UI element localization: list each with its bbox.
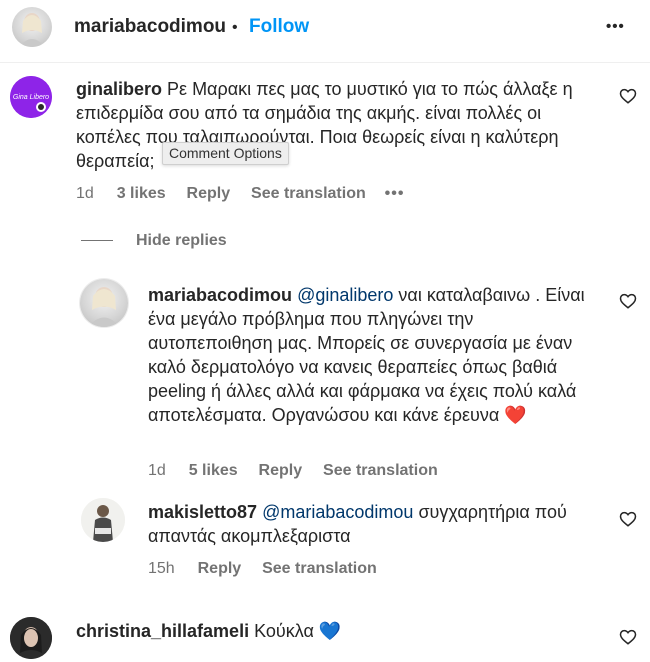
reply-meta: 1d 5 likes Reply See translation xyxy=(148,461,438,481)
header-separator: • xyxy=(232,19,238,36)
profile-photo xyxy=(88,287,120,327)
comment-time: 1d xyxy=(76,185,94,202)
svg-text:Gina Libero: Gina Libero xyxy=(13,94,49,101)
reply-time: 1d xyxy=(148,462,166,479)
see-translation-button[interactable]: See translation xyxy=(262,560,377,577)
reply-avatar[interactable] xyxy=(81,498,125,542)
see-translation-button[interactable]: See translation xyxy=(251,185,366,202)
reply-button[interactable]: Reply xyxy=(187,185,231,202)
reply-time: 15h xyxy=(148,560,175,577)
header-avatar[interactable] xyxy=(12,7,52,47)
comment-options-tooltip: Comment Options xyxy=(162,142,289,165)
commenter-avatar[interactable]: Gina Libero xyxy=(10,76,52,118)
reply-mention[interactable]: @ginalibero xyxy=(297,285,393,305)
reply-meta: 15h Reply See translation xyxy=(148,559,377,579)
like-heart-icon[interactable] xyxy=(619,628,637,646)
header-divider xyxy=(0,62,650,63)
comment-username[interactable]: christina_hillafameli xyxy=(76,621,249,641)
comment-body: christina_hillafameli Κούκλα 💙 xyxy=(76,619,596,643)
reply-button[interactable]: Reply xyxy=(198,560,242,577)
reply-text: ναι καταλαβαινω . Είναι ένα μεγάλο πρόβλ… xyxy=(148,285,585,425)
more-options-button[interactable]: ••• xyxy=(606,15,625,39)
reply-body: makisletto87 @mariabacodimou συγχαρητήρι… xyxy=(148,500,596,548)
comment-text: Κούκλα 💙 xyxy=(254,621,342,641)
comment-meta: 1d 3 likes Reply See translation ••• xyxy=(76,184,404,204)
reply-username[interactable]: makisletto87 xyxy=(148,502,257,522)
like-heart-icon[interactable] xyxy=(619,87,637,105)
likes-count[interactable]: 3 likes xyxy=(117,185,166,202)
gina-libero-logo-icon: Gina Libero xyxy=(10,76,52,118)
like-heart-icon[interactable] xyxy=(619,292,637,310)
see-translation-button[interactable]: See translation xyxy=(323,462,438,479)
comment-username[interactable]: ginalibero xyxy=(76,79,162,99)
reply-mention[interactable]: @mariabacodimou xyxy=(262,502,413,522)
comment-options-button[interactable]: ••• xyxy=(385,185,405,202)
likes-count[interactable]: 5 likes xyxy=(189,462,238,479)
reply-avatar[interactable] xyxy=(80,279,128,327)
hide-replies-button[interactable]: Hide replies xyxy=(136,231,227,251)
like-heart-icon[interactable] xyxy=(619,510,637,528)
hide-replies-line xyxy=(81,240,113,241)
follow-button[interactable]: Follow xyxy=(249,15,309,39)
profile-photo xyxy=(81,498,125,542)
header-username[interactable]: mariabacodimou xyxy=(74,15,226,39)
reply-username[interactable]: mariabacodimou xyxy=(148,285,292,305)
profile-photo xyxy=(19,13,45,47)
reply-button[interactable]: Reply xyxy=(259,462,303,479)
commenter-avatar[interactable] xyxy=(10,617,52,659)
profile-photo xyxy=(10,617,52,659)
comment-body: ginalibero Ρε Μαρακι πες μας το μυστικό … xyxy=(76,77,596,173)
reply-body: mariabacodimou @ginalibero ναι καταλαβαι… xyxy=(148,283,596,427)
